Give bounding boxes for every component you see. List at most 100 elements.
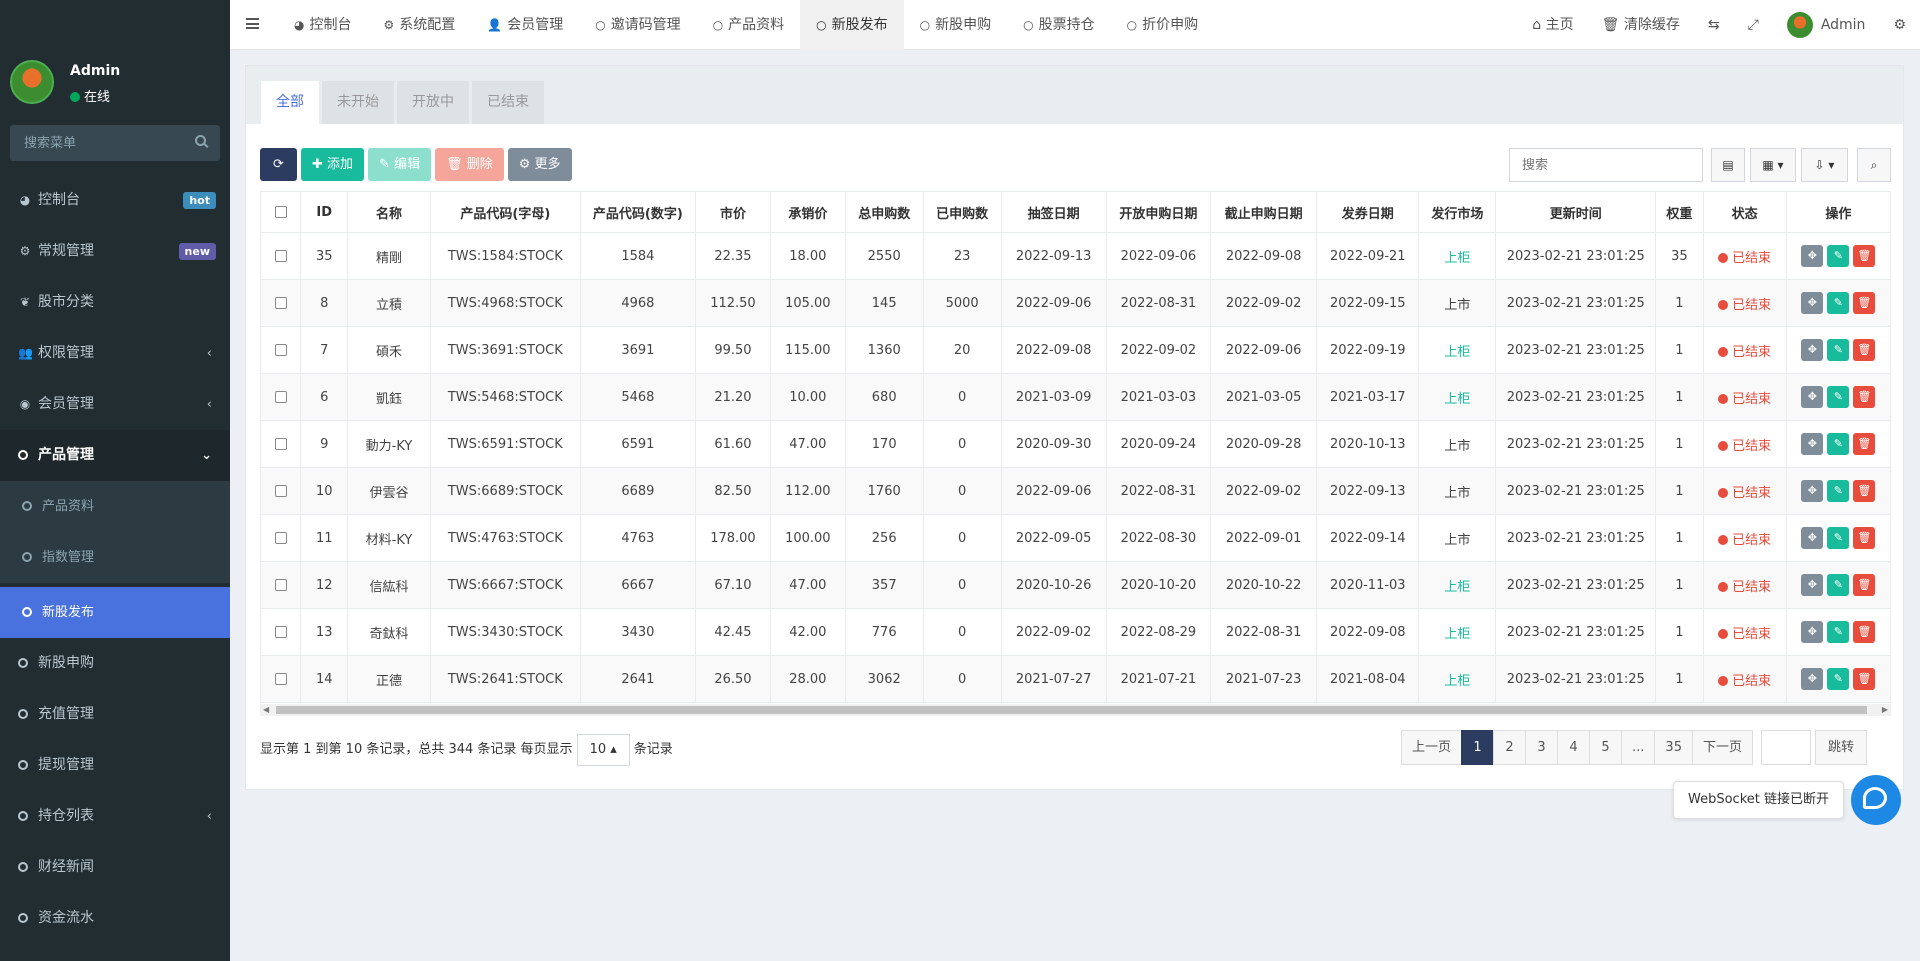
page-button[interactable]: 1 <box>1461 730 1495 765</box>
pencil-icon[interactable]: ✎ <box>1827 386 1850 408</box>
sidebar-item-withdraw[interactable]: 提现管理 <box>0 740 230 791</box>
pencil-icon[interactable]: ✎ <box>1827 339 1850 361</box>
avatar[interactable] <box>10 60 54 104</box>
move-icon[interactable]: ✥ <box>1801 245 1824 267</box>
pencil-icon[interactable]: ✎ <box>1827 668 1850 690</box>
sidebar-subitem-ipo-release[interactable]: 新股发布 <box>0 587 230 638</box>
columns-button[interactable]: ▦ ▾ <box>1750 148 1796 182</box>
select-all-checkbox[interactable] <box>274 206 287 218</box>
scroll-left-icon[interactable]: ◀ <box>263 704 269 716</box>
table-row[interactable]: 8 立積 TWS:4968:STOCK 4968 112.50 105.00 145 5000… <box>260 279 1891 327</box>
row-checkbox[interactable] <box>274 532 287 544</box>
search-icon[interactable] <box>195 135 206 146</box>
move-icon[interactable]: ✥ <box>1801 621 1824 643</box>
settings-button[interactable]: ⚙ <box>1879 0 1920 50</box>
row-checkbox[interactable] <box>274 344 287 356</box>
trash-icon[interactable]: 🗑 <box>1853 621 1876 643</box>
sidebar-subitem-product-info[interactable]: 产品资料 <box>0 481 230 532</box>
trash-icon[interactable]: 🗑 <box>1853 245 1876 267</box>
table-row[interactable]: 10 伊雲谷 TWS:6689:STOCK 6689 82.50 112.00 1760 0 2… <box>260 467 1891 515</box>
move-icon[interactable]: ✥ <box>1801 292 1824 314</box>
fullscreen-button[interactable]: ⤢ <box>1734 0 1773 50</box>
tab-ended[interactable]: 已结束 <box>472 81 544 124</box>
pencil-icon[interactable]: ✎ <box>1827 292 1850 314</box>
nav-tab-discount-subscribe[interactable]: ○ 折价申购 <box>1111 0 1214 50</box>
admin-menu[interactable]: Admin <box>1773 0 1880 50</box>
sidebar-item-recharge[interactable]: 充值管理 <box>0 689 230 740</box>
nav-tab-ipo-subscribe[interactable]: ○ 新股申购 <box>904 0 1007 50</box>
horizontal-scrollbar[interactable]: ◀ ▶ <box>260 704 1891 716</box>
column-header[interactable]: 承销价 <box>769 191 846 233</box>
pencil-icon[interactable]: ✎ <box>1827 245 1850 267</box>
trash-icon[interactable]: 🗑 <box>1853 339 1876 361</box>
column-header[interactable]: 发券日期 <box>1316 191 1420 233</box>
pencil-icon[interactable]: ✎ <box>1827 621 1850 643</box>
table-row[interactable]: 13 奇鈦科 TWS:3430:STOCK 3430 42.45 42.00 776 0 202… <box>260 608 1891 656</box>
column-header[interactable]: 更新时间 <box>1495 191 1657 233</box>
add-button[interactable]: ✚ 添加 <box>301 148 365 181</box>
scrollbar-thumb[interactable] <box>276 706 1867 714</box>
move-icon[interactable]: ✥ <box>1801 574 1824 596</box>
table-row[interactable]: 6 凱鈺 TWS:5468:STOCK 5468 21.20 10.00 680 0 2021-… <box>260 373 1891 421</box>
chat-bubble-icon[interactable] <box>1851 775 1901 825</box>
page-button[interactable]: 3 <box>1525 730 1559 765</box>
trash-icon[interactable]: 🗑 <box>1853 574 1876 596</box>
move-icon[interactable]: ✥ <box>1801 668 1824 690</box>
table-row[interactable]: 9 動力-KY TWS:6591:STOCK 6591 61.60 47.00 170 0 20… <box>260 420 1891 468</box>
table-row[interactable]: 14 正德 TWS:2641:STOCK 2641 26.50 28.00 3062 0 202… <box>260 655 1891 703</box>
table-row[interactable]: 12 信紘科 TWS:6667:STOCK 6667 67.10 47.00 357 0 202… <box>260 561 1891 609</box>
row-checkbox[interactable] <box>274 297 287 309</box>
refresh-button[interactable]: ⟳ <box>260 148 297 181</box>
move-icon[interactable]: ✥ <box>1801 433 1824 455</box>
column-header[interactable]: 产品代码(字母) <box>429 191 581 233</box>
sidebar-item-products[interactable]: 产品管理 ⌄ <box>0 430 230 481</box>
row-checkbox[interactable] <box>274 579 287 591</box>
sidebar-item-market-category[interactable]: ❦ 股市分类 <box>0 277 230 328</box>
column-header[interactable]: 已申购数 <box>922 191 1002 233</box>
column-header[interactable]: 截止申购日期 <box>1209 191 1318 233</box>
row-checkbox[interactable] <box>274 673 287 685</box>
export-button[interactable]: ⇩ ▾ <box>1801 148 1848 182</box>
table-row[interactable]: 11 材料-KY TWS:4763:STOCK 4763 178.00 100.00 256… <box>260 514 1891 562</box>
page-button[interactable]: 4 <box>1557 730 1591 765</box>
nav-tab-dashboard[interactable]: ◕ 控制台 <box>278 0 367 50</box>
trash-icon[interactable]: 🗑 <box>1853 668 1876 690</box>
tab-open[interactable]: 开放中 <box>397 81 469 124</box>
nav-tab-ipo-release[interactable]: ○ 新股发布 <box>800 0 904 50</box>
sidebar-subitem-index[interactable]: 指数管理 <box>0 532 230 583</box>
page-jump-button[interactable]: 跳转 <box>1814 730 1867 765</box>
move-icon[interactable]: ✥ <box>1801 480 1824 502</box>
pencil-icon[interactable]: ✎ <box>1827 527 1850 549</box>
trash-icon[interactable]: 🗑 <box>1853 480 1876 502</box>
column-header[interactable]: 发行市场 <box>1418 191 1497 233</box>
column-header[interactable]: 状态 <box>1702 191 1787 233</box>
row-checkbox[interactable] <box>274 250 287 262</box>
column-header[interactable]: 名称 <box>347 191 431 233</box>
home-link[interactable]: ⌂ 主页 <box>1518 0 1587 50</box>
column-header[interactable]: 开放申购日期 <box>1105 191 1211 233</box>
more-button[interactable]: ⚙ 更多 <box>507 148 572 181</box>
tab-all[interactable]: 全部 <box>261 81 319 124</box>
page-button[interactable]: 2 <box>1493 730 1527 765</box>
move-icon[interactable]: ✥ <box>1801 386 1824 408</box>
table-search-input[interactable] <box>1509 148 1703 182</box>
prev-page-button[interactable]: 上一页 <box>1401 730 1463 765</box>
nav-tab-system-config[interactable]: ⚙ 系统配置 <box>367 0 471 50</box>
pencil-icon[interactable]: ✎ <box>1827 574 1850 596</box>
toggle-view-button[interactable]: ▤ <box>1711 148 1745 182</box>
next-page-button[interactable]: 下一页 <box>1691 730 1753 765</box>
column-header[interactable]: 市价 <box>695 191 771 233</box>
page-size-select[interactable]: 10 ▴ <box>576 733 630 766</box>
nav-tab-invite-codes[interactable]: ○ 邀请码管理 <box>579 0 696 50</box>
row-checkbox[interactable] <box>274 438 287 450</box>
scroll-right-icon[interactable]: ▶ <box>1882 704 1888 716</box>
sidebar-item-members[interactable]: ◉ 会员管理 ‹ <box>0 379 230 430</box>
hamburger-icon[interactable] <box>246 18 259 29</box>
trash-icon[interactable]: 🗑 <box>1853 527 1876 549</box>
sidebar-item-positions[interactable]: 持仓列表 ‹ <box>0 791 230 842</box>
translate-button[interactable]: ⇆ <box>1694 0 1734 50</box>
pencil-icon[interactable]: ✎ <box>1827 480 1850 502</box>
nav-tab-product-info[interactable]: ○ 产品资料 <box>697 0 800 50</box>
row-checkbox[interactable] <box>274 485 287 497</box>
delete-button[interactable]: 🗑 删除 <box>435 148 504 181</box>
